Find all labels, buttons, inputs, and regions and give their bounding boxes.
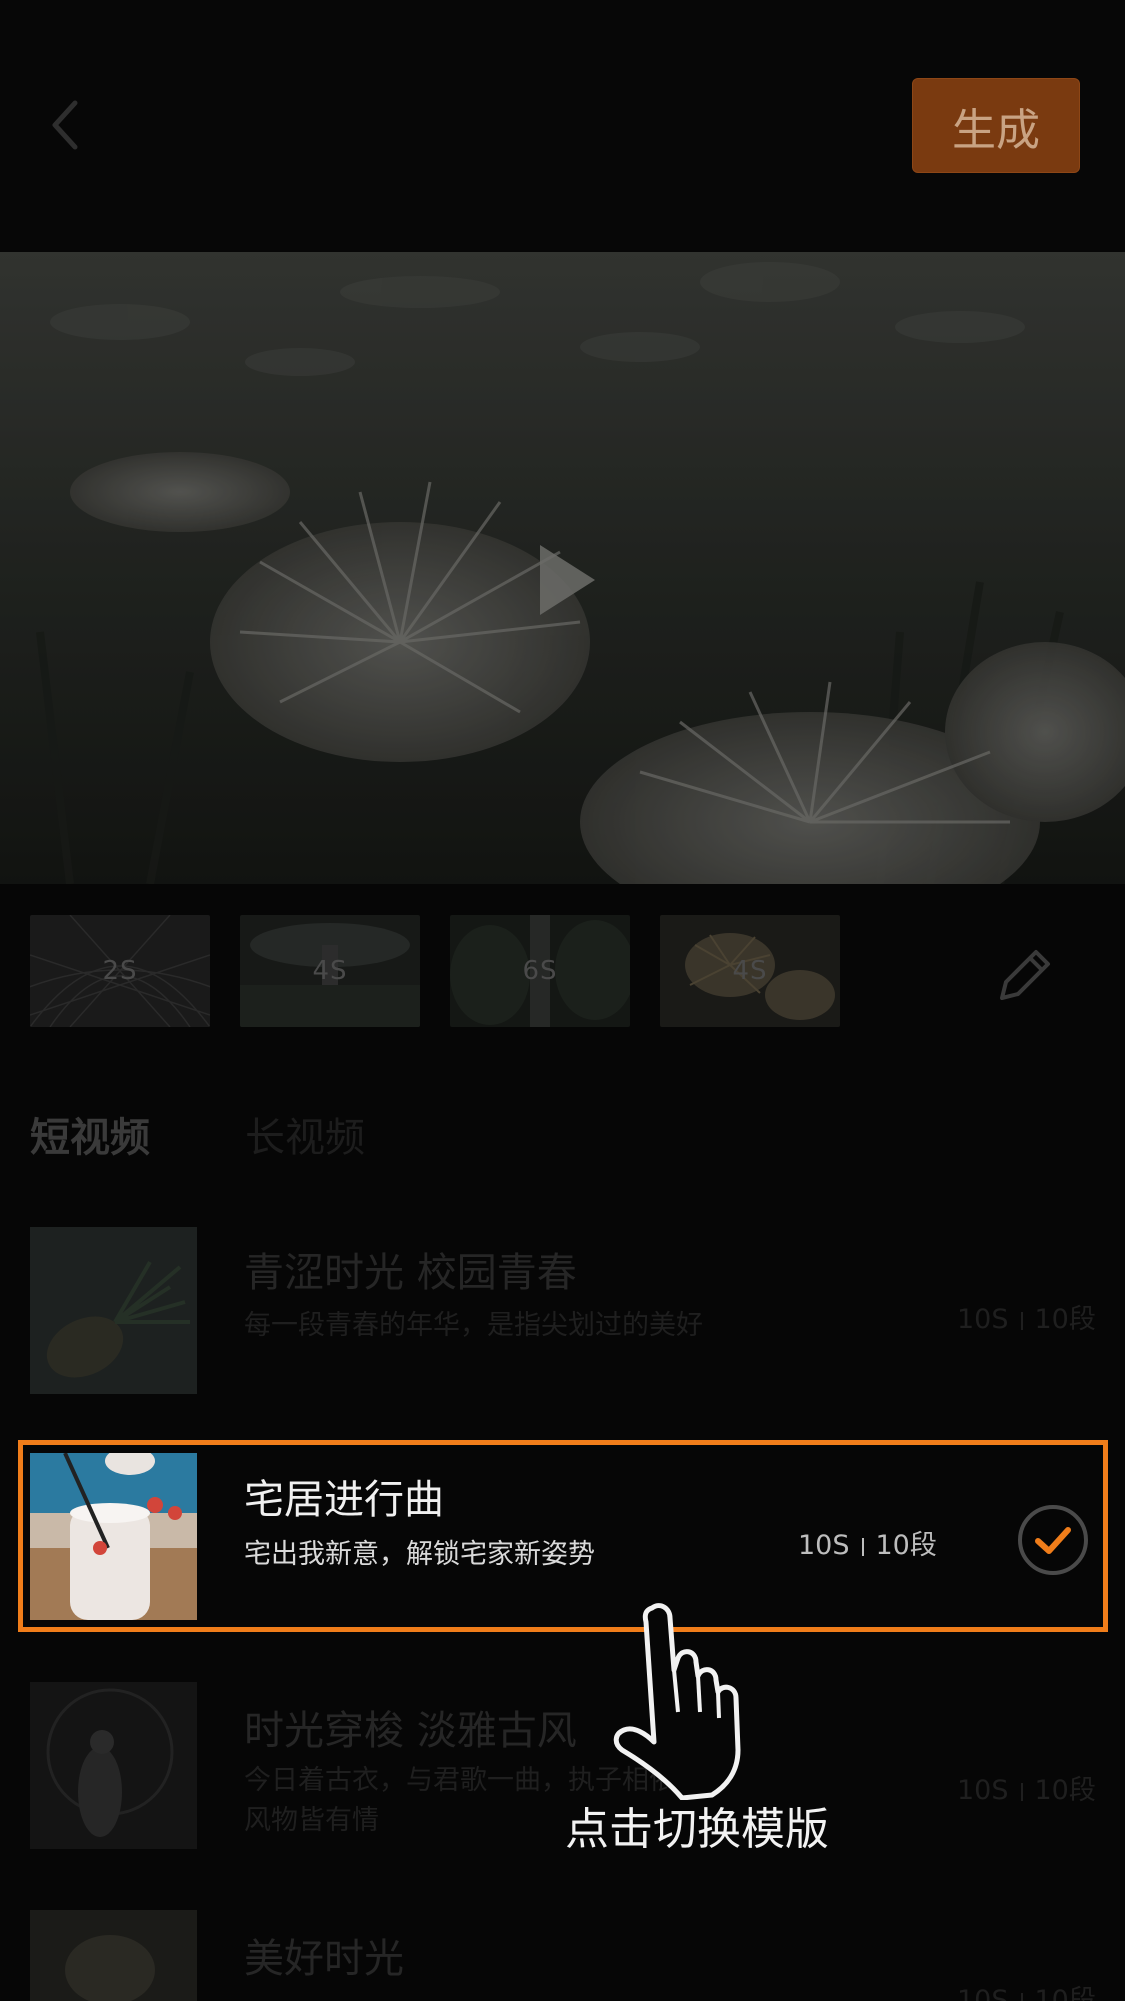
play-icon[interactable]: [530, 540, 600, 620]
clip-duration: 4S: [312, 956, 348, 986]
clip-thumbnail[interactable]: 4S: [660, 915, 840, 1027]
template-thumbnail: [30, 1682, 197, 1849]
template-item[interactable]: 青涩时光 校园青春 每一段青春的年华，是指尖划过的美好 10S 10段: [0, 1225, 1125, 1395]
tab-short-video[interactable]: 短视频: [30, 1105, 150, 1163]
template-duration: 10S: [798, 1530, 850, 1561]
template-thumbnail: [30, 1453, 197, 1620]
check-circle-icon: [1018, 1505, 1088, 1575]
template-segments: 10段: [1034, 1775, 1096, 1806]
tap-hand-icon: [613, 1603, 741, 1800]
template-item[interactable]: 时光穿梭 淡雅古风 今日着古衣，与君歌一曲，执子相依偎 风物皆有情 10S 10段: [0, 1680, 1125, 1860]
template-segments: 10段: [1034, 1304, 1096, 1335]
clip-thumbnail[interactable]: 4S: [240, 915, 420, 1027]
ancient-style-image: [30, 1682, 197, 1849]
clip-thumbnail[interactable]: 2S: [30, 915, 210, 1027]
template-title: 美好时光: [244, 1936, 404, 1982]
template-duration: 10S: [957, 1304, 1009, 1335]
template-meta: 10S 10段: [798, 1523, 937, 1562]
tap-hint-text: 点击切换模版: [565, 1804, 829, 1855]
template-title: 青涩时光 校园青春: [244, 1250, 577, 1296]
template-segments: 10段: [1034, 1985, 1096, 2001]
template-item[interactable]: 美好时光 10S 10段: [0, 1908, 1125, 2001]
template-segments: 10段: [875, 1530, 937, 1561]
clip-thumbnail[interactable]: 6S: [450, 915, 630, 1027]
clip-duration: 2S: [102, 956, 138, 986]
chevron-left-icon: [52, 100, 78, 150]
template-meta: 10S 10段: [957, 1978, 1096, 2001]
pineapple-image: [30, 1227, 197, 1394]
template-description-line: 风物皆有情: [244, 1805, 379, 1836]
template-description: 每一段青春的年华，是指尖划过的美好: [244, 1310, 703, 1341]
tab-long-video[interactable]: 长视频: [245, 1105, 365, 1163]
clip-duration: 4S: [732, 956, 768, 986]
clip-duration: 6S: [522, 956, 558, 986]
template-title: 宅居进行曲: [244, 1477, 444, 1523]
pencil-icon[interactable]: [990, 940, 1060, 1010]
flower-image: [30, 1910, 197, 2001]
template-thumbnail: [30, 1227, 197, 1394]
template-thumbnail: [30, 1910, 197, 2001]
template-meta: 10S 10段: [957, 1297, 1096, 1336]
template-description: 宅出我新意，解锁宅家新姿势: [244, 1539, 595, 1570]
template-duration: 10S: [957, 1775, 1009, 1806]
template-duration: 10S: [957, 1985, 1009, 2001]
milk-jar-image: [30, 1453, 197, 1620]
generate-button[interactable]: 生成: [912, 78, 1080, 173]
template-title: 时光穿梭 淡雅古风: [244, 1708, 577, 1754]
back-button[interactable]: [30, 90, 100, 160]
template-meta: 10S 10段: [957, 1768, 1096, 1807]
